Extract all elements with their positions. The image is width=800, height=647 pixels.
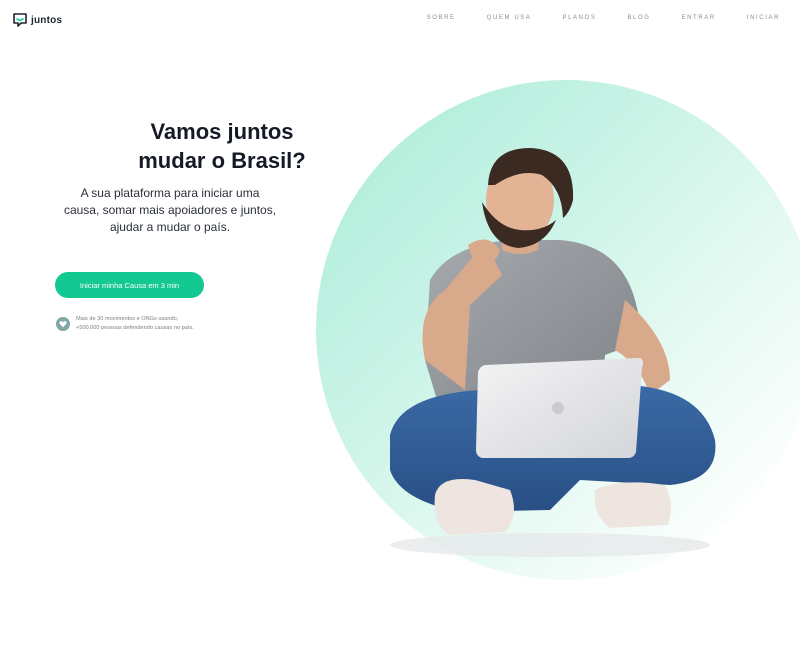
hero-person-with-laptop-image [390,148,716,557]
nav-link-blog[interactable]: BLOG [627,15,650,21]
hero-title-line-2: mudar o Brasil? [138,148,306,173]
heart-badge [56,317,70,331]
chat-bubble-logo-icon [13,13,27,27]
hero-subtitle-line-3: ajudar a mudar o país. [109,220,231,234]
start-cause-button[interactable]: Iniciar minha Causa em 3 min [55,272,204,298]
hero-subtitle-line-1: A sua plataforma para iniciar uma [80,186,260,200]
hero-title-line-1: Vamos juntos [150,119,294,144]
hero-subtitle: A sua plataforma para iniciar uma causa,… [50,185,290,236]
stats-line-1: Mais de 30 movimentos e ONGs usando, [76,316,179,322]
nav-link-entrar[interactable]: ENTRAR [682,15,716,21]
nav-link-sobre[interactable]: SOBRE [427,15,456,21]
heart-icon [59,321,67,328]
stats-line-2: +500.000 pessoas defendendo causas no pa… [76,325,194,331]
nav-link-iniciar[interactable]: INICIAR [747,15,780,21]
hero-subtitle-line-2: causa, somar mais apoiadores e juntos, [63,203,277,217]
nav-link-quem-usa[interactable]: QUEM USA [487,15,532,21]
hero-title: Vamos juntos mudar o Brasil? [122,117,322,175]
stats-text: Mais de 30 movimentos e ONGs usando, +50… [76,315,194,333]
stats-note: Mais de 30 movimentos e ONGs usando, +50… [56,315,194,333]
logo[interactable]: juntos [12,12,62,28]
nav-link-planos[interactable]: PLANOS [562,15,596,21]
brand-name: juntos [31,14,63,26]
top-nav: SOBRE QUEM USA PLANOS BLOG ENTRAR INICIA… [427,15,780,21]
